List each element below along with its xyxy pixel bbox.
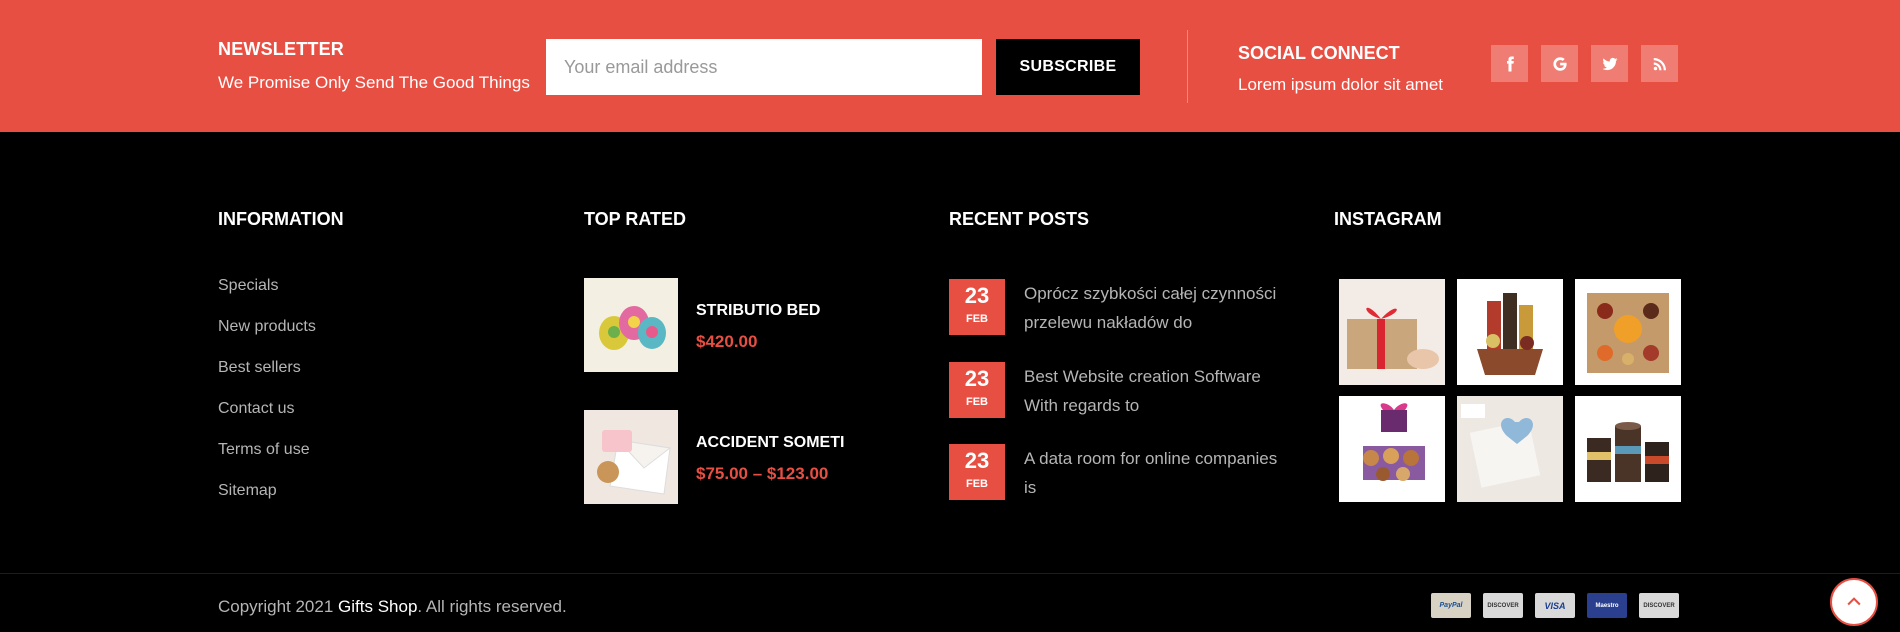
rss-icon[interactable] (1641, 45, 1678, 82)
instagram-photo[interactable] (1575, 396, 1681, 502)
chevron-up-icon (1847, 597, 1861, 606)
brand-link[interactable]: Gifts Shop (338, 597, 417, 616)
top-rated-title: TOP RATED (584, 209, 687, 229)
footer-divider (0, 573, 1900, 574)
copyright-prefix: Copyright 2021 (218, 597, 339, 616)
post-title[interactable]: Oprócz szybkości całej czynności przelew… (1024, 279, 1289, 337)
post-day: 23 (964, 448, 990, 473)
instagram-grid (1339, 279, 1681, 502)
email-input[interactable] (546, 39, 982, 95)
instagram-photo[interactable] (1339, 279, 1445, 385)
maestro-icon: Maestro (1587, 593, 1627, 618)
post-month: FEB (966, 313, 988, 325)
copyright-text: Copyright 2021 Gifts Shop. All rights re… (218, 597, 567, 617)
discover-icon: DISCOVER (1483, 593, 1523, 618)
link-new-products[interactable]: New products (218, 317, 316, 358)
post-month: FEB (966, 396, 988, 408)
social-connect-title: SOCIAL CONNECT (1238, 43, 1400, 63)
social-links (1491, 45, 1678, 82)
newsletter-subtitle: We Promise Only Send The Good Things (218, 73, 530, 92)
copyright-suffix: . All rights reserved. (417, 597, 567, 616)
facebook-icon[interactable] (1491, 45, 1528, 82)
link-terms-of-use[interactable]: Terms of use (218, 440, 316, 481)
discover-icon: DISCOVER (1639, 593, 1679, 618)
information-title: INFORMATION (218, 209, 344, 229)
post-day: 23 (964, 366, 990, 391)
post-item[interactable]: 23 FEB Best Website creation Software Wi… (949, 362, 1289, 418)
instagram-photo[interactable] (1457, 279, 1563, 385)
recent-posts-title: RECENT POSTS (949, 209, 1090, 229)
instagram-photo[interactable] (1339, 396, 1445, 502)
newsletter-divider (1187, 30, 1188, 103)
newsletter-band: NEWSLETTER We Promise Only Send The Good… (0, 0, 1900, 132)
scroll-to-top-button[interactable] (1830, 578, 1878, 626)
post-date-badge: 23 FEB (949, 362, 1005, 418)
link-contact-us[interactable]: Contact us (218, 399, 316, 440)
twitter-icon[interactable] (1591, 45, 1628, 82)
instagram-photo[interactable] (1575, 279, 1681, 385)
product-thumbnail[interactable] (584, 278, 678, 372)
paypal-icon: PayPal (1431, 593, 1471, 618)
link-best-sellers[interactable]: Best sellers (218, 358, 316, 399)
product-item[interactable]: ACCIDENT SOMETI $75.00 – $123.00 (584, 410, 914, 504)
product-name[interactable]: STRIBUTIO BED (696, 302, 820, 320)
product-price: $420.00 (696, 332, 758, 351)
information-links: Specials New products Best sellers Conta… (218, 276, 316, 522)
product-price: $75.00 – $123.00 (696, 464, 829, 483)
post-title[interactable]: A data room for online companies is (1024, 444, 1289, 502)
instagram-photo[interactable] (1457, 396, 1563, 502)
google-icon[interactable] (1541, 45, 1578, 82)
post-date-badge: 23 FEB (949, 444, 1005, 500)
post-date-badge: 23 FEB (949, 279, 1005, 335)
payment-methods: PayPal DISCOVER VISA Maestro DISCOVER (1431, 593, 1679, 618)
post-title[interactable]: Best Website creation Software With rega… (1024, 362, 1289, 420)
product-thumbnail[interactable] (584, 410, 678, 504)
post-item[interactable]: 23 FEB Oprócz szybkości całej czynności … (949, 279, 1289, 335)
post-item[interactable]: 23 FEB A data room for online companies … (949, 444, 1289, 500)
social-connect-subtitle: Lorem ipsum dolor sit amet (1238, 75, 1444, 94)
product-name[interactable]: ACCIDENT SOMETI (696, 434, 844, 452)
link-sitemap[interactable]: Sitemap (218, 481, 316, 522)
product-item[interactable]: STRIBUTIO BED $420.00 (584, 278, 914, 372)
post-month: FEB (966, 478, 988, 490)
subscribe-button[interactable]: SUBSCRIBE (996, 39, 1140, 95)
instagram-title: INSTAGRAM (1334, 209, 1442, 229)
link-specials[interactable]: Specials (218, 276, 316, 317)
visa-icon: VISA (1535, 593, 1575, 618)
post-day: 23 (964, 283, 990, 308)
newsletter-title: NEWSLETTER (218, 39, 344, 59)
